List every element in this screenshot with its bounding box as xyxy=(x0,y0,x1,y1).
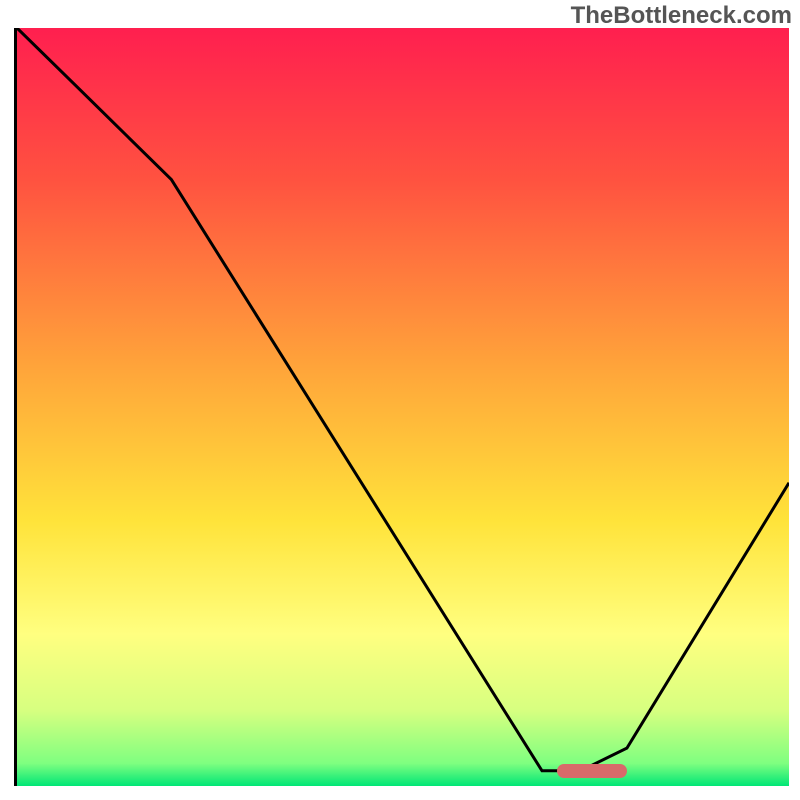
plot-area xyxy=(14,28,786,786)
curve-layer xyxy=(17,28,789,786)
watermark-text: TheBottleneck.com xyxy=(571,2,792,30)
optimal-range-marker xyxy=(557,764,626,778)
bottleneck-curve xyxy=(17,28,789,771)
chart-canvas: TheBottleneck.com xyxy=(0,0,800,800)
